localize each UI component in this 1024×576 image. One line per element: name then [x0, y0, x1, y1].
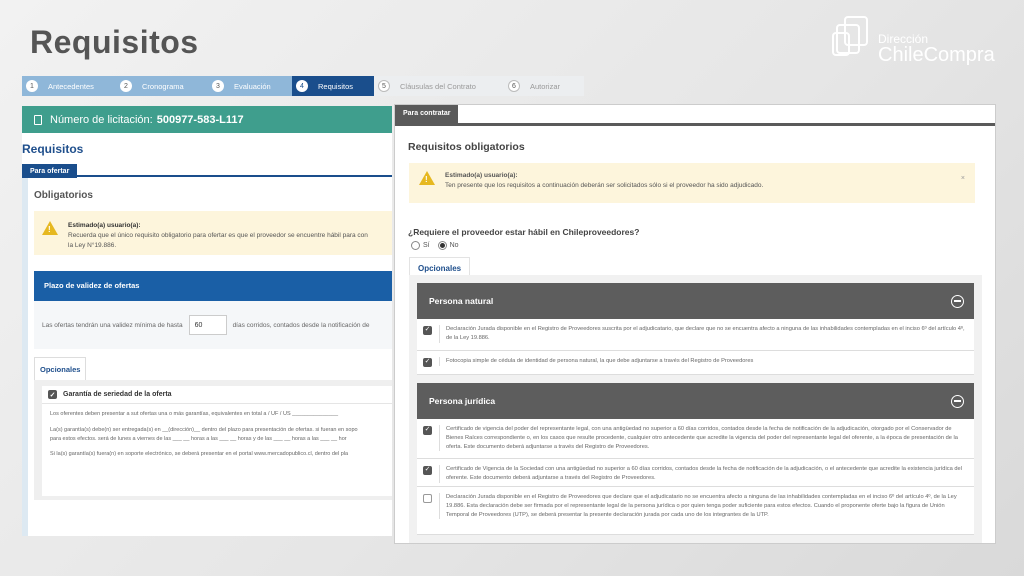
garantia-text: para estos efectos. será de lunes a vier… [50, 435, 347, 442]
radio-si-label: Sí [423, 242, 430, 249]
close-icon[interactable]: × [961, 173, 965, 184]
list-item: ✓ Declaración Jurada disponible en el Re… [417, 319, 974, 351]
logo-mark-icon [832, 16, 872, 62]
item-text: Certificado de Vigencia de la Sociedad c… [439, 465, 966, 483]
item-checkbox[interactable]: ✓ [423, 426, 432, 435]
step-number: 4 [296, 80, 308, 92]
step-number: 6 [508, 80, 520, 92]
list-item: ✓ Fotocopia simple de cédula de identida… [417, 351, 974, 375]
step-number: 5 [378, 80, 390, 92]
garantia-checkbox[interactable]: ✓ [48, 390, 57, 399]
tab-para-contratar[interactable]: Para contratar [395, 105, 459, 123]
item-text: Fotocopia simple de cédula de identidad … [439, 357, 753, 366]
warning-icon [419, 171, 435, 187]
garantia-card: ✓ Garantía de seriedad de la oferta Los … [42, 386, 392, 496]
garantia-title: Garantía de seriedad de la oferta [63, 391, 172, 398]
plazo-days-input[interactable]: 60 [188, 315, 227, 335]
radio-no-circle[interactable] [437, 241, 447, 250]
slide-title: Requisitos [30, 24, 199, 60]
requisitos-heading: Requisitos [22, 142, 84, 156]
radio-si[interactable]: Sí [411, 241, 430, 250]
radio-no-label: No [449, 242, 459, 249]
warning-text: Ten presente que los requisitos a contin… [445, 182, 764, 190]
logo-line2: ChileCompra [878, 44, 995, 66]
collapse-icon[interactable] [951, 394, 964, 408]
step-evaluacion[interactable]: 3 Evaluación [208, 76, 292, 96]
step-number: 2 [120, 80, 132, 92]
step-label: Antecedentes [48, 81, 94, 91]
item-checkbox[interactable]: ✓ [423, 326, 432, 335]
list-item: ✓ Certificado de Vigencia de la Sociedad… [417, 459, 974, 487]
warning-box: Estimado(a) usuario(a): Ten presente que… [409, 163, 975, 203]
para-contratar-panel: Para contratar Requisitos obligatorios E… [394, 104, 996, 544]
persona-juridica-header[interactable]: Persona jurídica [417, 383, 974, 419]
item-checkbox[interactable]: ✓ [423, 466, 432, 475]
document-icon [34, 114, 42, 125]
step-label: Cláusulas del Contrato [400, 81, 476, 91]
persona-natural-header[interactable]: Persona natural [417, 283, 974, 319]
step-autorizar[interactable]: 6 Autorizar [504, 76, 584, 96]
item-checkbox[interactable]: ✓ [423, 358, 432, 367]
habil-radio-group: Sí No [411, 241, 467, 250]
item-checkbox[interactable] [423, 494, 432, 503]
plazo-text-before: Las ofertas tendrán una validez mínima d… [42, 321, 183, 329]
persona-juridica-title: Persona jurídica [429, 396, 496, 406]
garantia-text: Si la(s) garantía(s) fuera(n) en soporte… [50, 451, 349, 458]
requisitos-list: Persona natural ✓ Declaración Jurada dis… [409, 275, 982, 543]
tab-opcionales[interactable]: Opcionales [34, 357, 87, 380]
persona-natural-title: Persona natural [429, 296, 494, 306]
step-number: 1 [26, 80, 38, 92]
item-text: Declaración Jurada disponible en el Regi… [439, 325, 966, 343]
plazo-text-after: días corridos, contados desde la notific… [232, 321, 370, 329]
warning-box: Estimado(a) usuario(a): Recuerda que el … [34, 211, 392, 255]
radio-si-circle[interactable] [411, 241, 420, 250]
licitacion-number: 500977-583-L117 [156, 113, 244, 126]
garantia-text: La(s) garantía(s) debe(n) ser entregada(… [50, 426, 358, 433]
chileproveedores-question: ¿Requiere el proveedor estar hábil en Ch… [408, 227, 640, 237]
step-number: 3 [212, 80, 224, 92]
plazo-header: Plazo de validez de ofertas [34, 271, 392, 301]
licitacion-label: Número de licitación: [50, 113, 153, 126]
garantia-text: Los oferentes deben presentar a sut ofer… [50, 411, 339, 417]
list-item: ✓ Certificado de vigencia del poder del … [417, 419, 974, 459]
warning-title: Estimado(a) usuario(a): [445, 172, 518, 179]
step-antecedentes[interactable]: 1 Antecedentes [22, 76, 116, 96]
chilecompra-logo: Dirección ChileCompra [830, 14, 1000, 70]
wizard-stepper: 1 Antecedentes 2 Cronograma 3 Evaluación 4R… [22, 76, 584, 96]
step-label: Cronograma [142, 81, 184, 91]
requisitos-obligatorios-title: Requisitos obligatorios [408, 141, 525, 153]
para-ofertar-panel: Número de licitación: 500977-583-L117 Re… [22, 106, 392, 536]
plazo-row: Las ofertas tendrán una validez mínima d… [34, 301, 392, 349]
warning-icon [42, 221, 58, 236]
step-label: Autorizar [530, 81, 561, 91]
list-item: Declaración Jurada disponible en el Regi… [417, 487, 974, 535]
warning-text-2: la Ley N°19.886. [68, 241, 117, 249]
licitacion-bar: Número de licitación: 500977-583-L117 [22, 106, 392, 133]
step-label: Requisitos [318, 81, 354, 91]
step-label: Evaluación [234, 81, 271, 91]
item-text: Declaración Jurada disponible en el Regi… [439, 493, 966, 520]
item-text: Certificado de vigencia del poder del re… [439, 425, 966, 452]
radio-no[interactable]: No [437, 241, 459, 250]
warning-text: Recuerda que el único requisito obligato… [68, 231, 368, 239]
step-requisitos[interactable]: 4 Requisitos [292, 76, 374, 96]
collapse-icon[interactable] [951, 294, 964, 308]
warning-title: Estimado(a) usuario(a): [68, 222, 141, 229]
obligatorios-title: Obligatorios [34, 190, 93, 201]
step-cronograma[interactable]: 2 Cronograma [116, 76, 208, 96]
step-clausulas[interactable]: 5 Cláusulas del Contrato [374, 76, 504, 96]
